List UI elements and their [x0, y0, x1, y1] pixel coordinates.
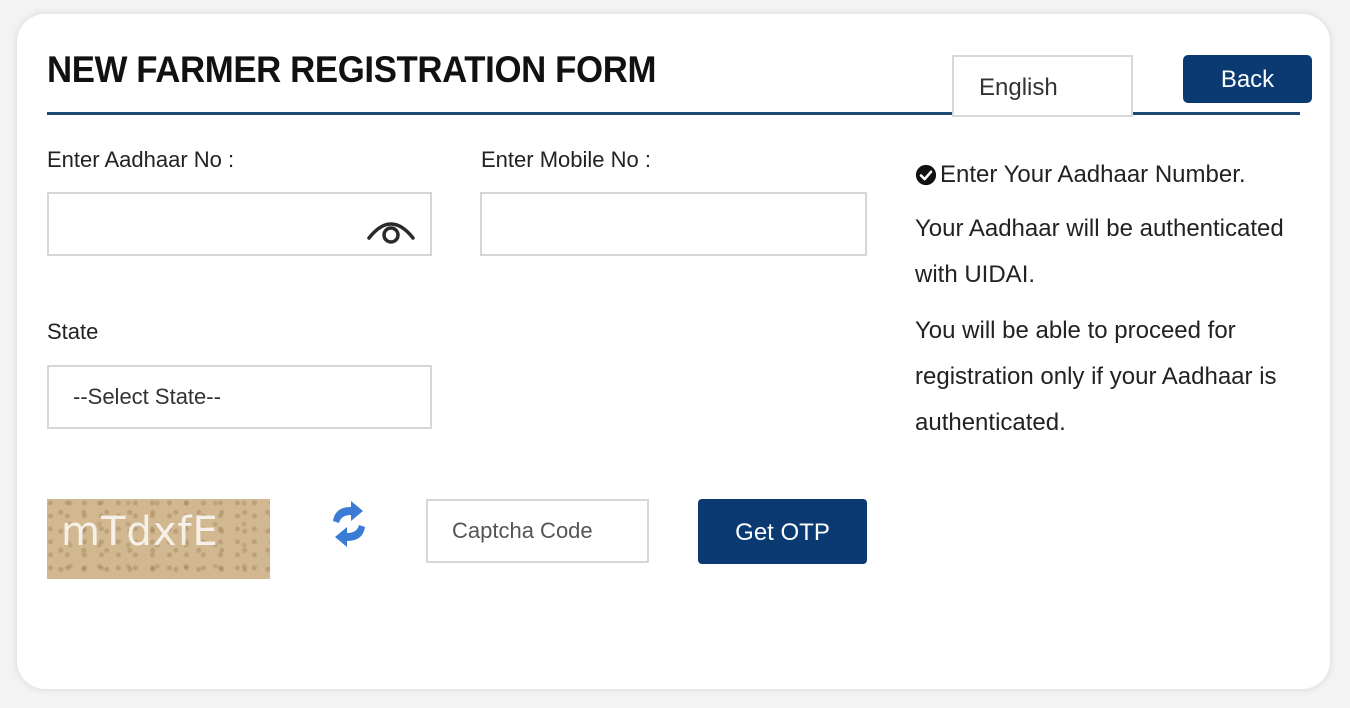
language-select[interactable]: English	[952, 55, 1133, 117]
state-select[interactable]: --Select State--	[47, 365, 432, 429]
aadhaar-label: Enter Aadhaar No :	[47, 147, 235, 172]
captcha-field	[426, 499, 649, 563]
captcha-text: mTdxfE	[61, 509, 219, 555]
aadhaar-field	[47, 192, 432, 256]
check-circle-icon	[915, 164, 937, 186]
mobile-field	[480, 192, 867, 256]
info-para-proceed: You will be able to proceed for registra…	[915, 317, 1277, 436]
registration-card: NEW FARMER REGISTRATION FORM English Bac…	[17, 14, 1330, 689]
state-label: State	[47, 319, 99, 344]
back-button[interactable]: Back	[1183, 55, 1312, 103]
info-para-uidai: Your Aadhaar will be authenticated with …	[915, 215, 1284, 288]
info-heading: Enter Your Aadhaar Number.	[915, 152, 1310, 198]
mobile-label: Enter Mobile No :	[481, 147, 651, 172]
info-heading-text: Enter Your Aadhaar Number.	[940, 161, 1246, 188]
captcha-input[interactable]	[428, 501, 647, 561]
eye-icon[interactable]	[366, 214, 416, 244]
mobile-input[interactable]	[482, 194, 865, 254]
captcha-image: mTdxfE	[47, 499, 270, 579]
info-panel: Enter Your Aadhaar Number. Your Aadhaar …	[915, 152, 1310, 456]
get-otp-button[interactable]: Get OTP	[698, 499, 867, 564]
page-title: NEW FARMER REGISTRATION FORM	[47, 49, 657, 90]
refresh-icon[interactable]	[327, 499, 371, 549]
